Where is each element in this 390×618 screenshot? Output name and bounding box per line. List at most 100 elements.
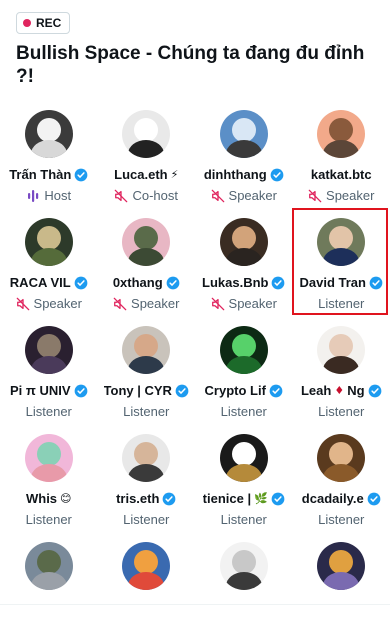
participant-role: Host <box>44 188 72 203</box>
avatar[interactable] <box>122 542 171 590</box>
participant-name-row: Trấn Thàn <box>9 166 88 183</box>
participant-name-row: Luca.eth ⚡ <box>114 166 178 183</box>
participant-tile[interactable]: Leah ♦ Ng Listener <box>293 316 390 424</box>
avatar[interactable] <box>24 326 73 374</box>
avatar[interactable] <box>219 542 268 590</box>
participant-tile[interactable]: Crypto Lif Listener <box>195 316 293 424</box>
participant-role: Listener <box>318 296 365 311</box>
avatar[interactable] <box>219 110 268 158</box>
avatar[interactable] <box>317 434 366 482</box>
participant-role-row: Listener <box>221 511 267 528</box>
avatar[interactable] <box>317 326 366 374</box>
participant-role-row: Listener <box>221 403 267 420</box>
participant-tile[interactable]: 0xthang Speaker <box>98 208 196 316</box>
avatar[interactable] <box>219 218 268 266</box>
avatar-shape <box>128 356 165 374</box>
participant-name: Whis <box>25 491 58 506</box>
name-emoji: ⚡ <box>170 167 179 181</box>
participant-role: Listener <box>220 404 267 419</box>
avatar-shape <box>225 248 262 266</box>
participant-tile[interactable]: tris.eth Listener <box>98 424 196 532</box>
verified-badge-icon <box>175 384 189 397</box>
participant-tile[interactable]: Pi π UNIV Listener <box>0 316 98 424</box>
participant-name-row: Tony | CYR <box>104 382 189 399</box>
participant-name-row: Whis 😊 <box>26 490 72 507</box>
participant-role: Listener <box>318 512 365 527</box>
avatar[interactable] <box>122 110 171 158</box>
participant-tile[interactable]: Luca.eth ⚡ Co-host <box>98 100 196 208</box>
avatar-shape <box>231 442 256 466</box>
participant-name: Lukas.Bnb <box>202 275 269 290</box>
participant-role-row: Speaker <box>211 187 277 204</box>
avatar-shape <box>225 140 262 158</box>
avatar-shape <box>30 248 67 266</box>
avatar[interactable] <box>317 110 366 158</box>
participant-name-row: tienice | 🌿 <box>203 490 285 507</box>
avatar[interactable] <box>219 326 268 374</box>
participant-role-row: Speaker <box>16 295 82 312</box>
avatar-shape <box>225 356 262 374</box>
participant-tile[interactable] <box>98 532 196 618</box>
avatar-shape <box>231 334 256 358</box>
avatar-shape <box>329 226 354 250</box>
participant-tile[interactable]: dinhthang Speaker <box>195 100 293 208</box>
avatar-shape <box>30 464 67 482</box>
participant-tile[interactable]: David Tran Listener <box>293 208 390 316</box>
avatar-shape <box>329 334 354 358</box>
participant-name: Luca.eth <box>114 167 168 182</box>
avatar[interactable] <box>122 218 171 266</box>
participant-tile[interactable]: dcadaily.e Listener <box>293 424 390 532</box>
participant-tile[interactable]: Tony | CYR Listener <box>98 316 196 424</box>
avatar[interactable] <box>317 542 366 590</box>
participant-role-row: Host <box>26 187 71 204</box>
participant-tile[interactable] <box>0 532 98 618</box>
avatar[interactable] <box>219 434 268 482</box>
participant-name: Tony | CYR <box>103 383 172 398</box>
recording-dot-icon <box>23 19 31 27</box>
avatar[interactable] <box>24 110 73 158</box>
name-emoji: 😊 <box>60 491 72 505</box>
participant-name: dinhthang <box>203 167 267 182</box>
avatar-shape <box>329 442 354 466</box>
participant-tile[interactable] <box>195 532 293 618</box>
participant-name-row: dcadaily.e <box>302 490 381 507</box>
participant-tile[interactable]: RACA VIL Speaker <box>0 208 98 316</box>
participant-tile[interactable]: Trấn Thàn Host <box>0 100 98 208</box>
avatar-shape <box>323 248 360 266</box>
avatar[interactable] <box>24 542 73 590</box>
participant-role-row: Listener <box>318 403 364 420</box>
participant-role: Speaker <box>131 296 180 311</box>
participant-tile[interactable] <box>293 532 390 618</box>
participant-name: dcadaily.e <box>301 491 364 506</box>
avatar[interactable] <box>24 434 73 482</box>
participant-name: RACA VIL <box>9 275 71 290</box>
avatar[interactable] <box>317 218 366 266</box>
participant-tile[interactable]: Lukas.Bnb Speaker <box>195 208 293 316</box>
avatar-shape <box>323 572 360 590</box>
avatar-shape <box>128 140 165 158</box>
participant-role: Speaker <box>326 188 375 203</box>
participant-tile[interactable]: katkat.btc Speaker <box>293 100 390 208</box>
participant-name-row: Leah ♦ Ng <box>301 382 382 399</box>
participant-role-row: Listener <box>318 511 364 528</box>
rec-label: REC <box>36 16 62 30</box>
name-emoji: 🌿 <box>254 491 268 505</box>
verified-badge-icon <box>369 276 383 289</box>
participant-name-row: dinhthang <box>204 166 284 183</box>
participant-tile[interactable]: tienice | 🌿 Listener <box>195 424 293 532</box>
participant-name-row: Lukas.Bnb <box>202 274 285 291</box>
mic-muted-icon <box>113 297 127 310</box>
avatar-shape <box>30 572 67 590</box>
participant-role-row: Listener <box>123 403 169 420</box>
participant-role-row: Speaker <box>308 187 374 204</box>
space-title: Bullish Space - Chúng ta đang đu đỉnh ?! <box>16 43 365 87</box>
avatar[interactable] <box>122 326 171 374</box>
avatar-shape <box>36 226 61 250</box>
avatar-shape <box>36 334 61 358</box>
avatar[interactable] <box>24 218 73 266</box>
avatar[interactable] <box>122 434 171 482</box>
participant-role: Listener <box>25 404 72 419</box>
participant-role-row: Speaker <box>113 295 179 312</box>
participant-tile[interactable]: Whis 😊 Listener <box>0 424 98 532</box>
verified-badge-icon <box>272 276 285 289</box>
